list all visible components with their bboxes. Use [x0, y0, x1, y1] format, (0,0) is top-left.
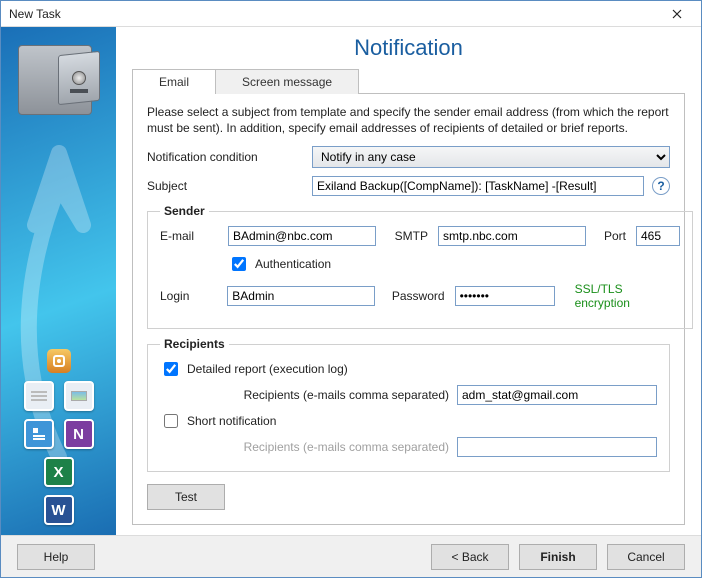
onenote-icon: N — [64, 419, 94, 449]
contacts-icon — [24, 419, 54, 449]
short-recipients-input — [457, 437, 657, 457]
password-label: Password — [385, 289, 444, 303]
excel-icon: X — [44, 457, 74, 487]
data-source-icon — [47, 349, 71, 373]
login-label: Login — [160, 289, 217, 303]
sender-legend: Sender — [160, 204, 209, 218]
short-notification-label[interactable]: Short notification — [160, 411, 657, 431]
finish-button[interactable]: Finish — [519, 544, 597, 570]
port-label: Port — [596, 229, 626, 243]
port-input[interactable] — [636, 226, 680, 246]
safe-icon — [18, 45, 100, 119]
cancel-button[interactable]: Cancel — [607, 544, 685, 570]
tabs: Email Screen message — [132, 69, 685, 94]
help-button[interactable]: Help — [17, 544, 95, 570]
short-recipients-label: Recipients (e-mails comma separated) — [160, 440, 449, 454]
ssl-indicator: SSL/TLS encryption — [575, 282, 680, 310]
window-title: New Task — [9, 7, 61, 21]
close-icon — [672, 9, 682, 19]
login-input[interactable] — [227, 286, 375, 306]
smtp-label: SMTP — [386, 229, 428, 243]
detailed-report-checkbox[interactable] — [164, 362, 178, 376]
subject-help-button[interactable]: ? — [652, 177, 670, 195]
subject-input[interactable] — [312, 176, 644, 196]
auth-checkbox[interactable] — [232, 257, 246, 271]
sender-group: Sender E-mail SMTP Port Authentication — [147, 204, 693, 329]
word-icon: W — [44, 495, 74, 525]
wizard-sidebar: N X W — [1, 27, 116, 535]
condition-label: Notification condition — [147, 150, 312, 164]
short-notification-checkbox[interactable] — [164, 414, 178, 428]
auth-checkbox-label[interactable]: Authentication — [228, 254, 331, 274]
recipients-legend: Recipients — [160, 337, 229, 351]
page-title: Notification — [132, 35, 685, 61]
detailed-report-label[interactable]: Detailed report (execution log) — [160, 359, 657, 379]
wizard-footer: Help < Back Finish Cancel — [1, 535, 701, 577]
detailed-recipients-input[interactable] — [457, 385, 657, 405]
condition-select[interactable]: Notify in any case — [312, 146, 670, 168]
photo-icon — [64, 381, 94, 411]
tab-panel: Please select a subject from template an… — [132, 93, 685, 525]
close-button[interactable] — [657, 3, 697, 25]
document-icon — [24, 381, 54, 411]
subject-label: Subject — [147, 179, 312, 193]
tab-screen-message[interactable]: Screen message — [215, 69, 359, 94]
titlebar: New Task — [1, 1, 701, 27]
help-icon: ? — [657, 179, 664, 193]
recipients-group: Recipients Detailed report (execution lo… — [147, 337, 670, 472]
password-input[interactable] — [455, 286, 555, 306]
test-button[interactable]: Test — [147, 484, 225, 510]
back-button[interactable]: < Back — [431, 544, 509, 570]
detailed-recipients-label: Recipients (e-mails comma separated) — [160, 388, 449, 402]
instructions-text: Please select a subject from template an… — [147, 104, 670, 136]
sender-email-label: E-mail — [160, 229, 218, 243]
tab-email[interactable]: Email — [132, 69, 216, 94]
sender-email-input[interactable] — [228, 226, 376, 246]
smtp-input[interactable] — [438, 226, 586, 246]
